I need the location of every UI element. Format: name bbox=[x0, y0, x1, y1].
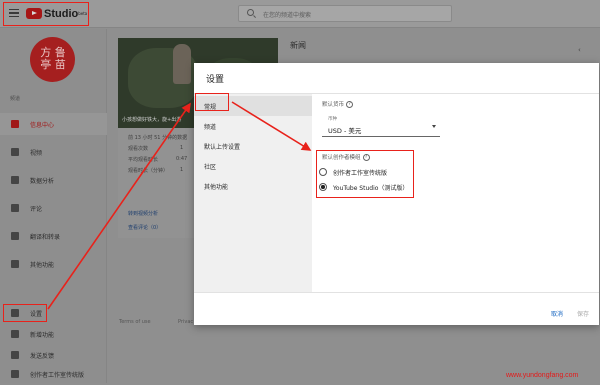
sidebar-item-dashboard[interactable]: 信息中心 bbox=[0, 113, 107, 135]
currency-value: USD - 美元 bbox=[328, 127, 362, 135]
help-icon[interactable]: ? bbox=[346, 100, 354, 108]
sidebar-item-label: 视频 bbox=[30, 149, 43, 157]
sidebar-item-classic-studio[interactable]: 创作者工作室传统版 bbox=[0, 363, 107, 385]
view-comments-link[interactable]: 查看评论（0） bbox=[128, 224, 161, 231]
terms-link[interactable]: Terms of use bbox=[119, 319, 151, 325]
sidebar-item-label: 新增功能 bbox=[30, 331, 55, 339]
dropdown-caret-icon bbox=[432, 125, 436, 128]
stat-label: 观看次数 bbox=[128, 146, 149, 152]
currency-section-label: 默认货币 ? bbox=[322, 100, 354, 108]
top-app-bar: Studio beta 在您的频道中搜索 bbox=[0, 0, 600, 28]
sidebar-item-whats-new[interactable]: 新增功能 bbox=[0, 323, 107, 345]
sidebar-item-label: 评论 bbox=[30, 205, 43, 213]
settings-nav: 常规 频道 默认上传设置 社区 其他功能 bbox=[194, 94, 312, 292]
stat-value: 0:47 bbox=[176, 156, 188, 162]
sidebar-item-translations[interactable]: 翻译和转录 bbox=[0, 225, 107, 247]
video-icon bbox=[11, 148, 19, 156]
sidebar: 方 鲁 亭 苗 频道 信息中心 视频 数据分析 评论 翻译和转录 其他功能 设置… bbox=[0, 29, 107, 383]
sidebar-item-label: 翻译和转录 bbox=[30, 233, 61, 241]
chevron-left-icon[interactable]: ‹ bbox=[578, 46, 581, 54]
stat-value: 1 bbox=[180, 145, 184, 151]
dialog-title: 设置 bbox=[206, 75, 225, 85]
sidebar-item-comments[interactable]: 评论 bbox=[0, 197, 107, 219]
highlight-general-tab bbox=[195, 93, 229, 111]
sidebar-item-label: 数据分析 bbox=[30, 177, 55, 185]
other-features-icon bbox=[11, 260, 19, 268]
settings-tab-channel[interactable]: 频道 bbox=[194, 116, 312, 136]
search-icon bbox=[247, 9, 254, 16]
comments-icon bbox=[11, 204, 19, 212]
video-caption: 小孩想做好铁大，旋+出游 bbox=[122, 117, 182, 123]
stat-value: 1 bbox=[180, 167, 184, 173]
watermark: www.yundongfang.com bbox=[506, 372, 579, 379]
currency-label-text: 默认货币 bbox=[322, 102, 345, 108]
sidebar-item-label: 信息中心 bbox=[30, 121, 55, 129]
sidebar-item-label: 其他功能 bbox=[30, 261, 55, 269]
stats-period: 前 13 小时 51 分钟的数据 bbox=[128, 135, 188, 141]
settings-tab-other[interactable]: 其他功能 bbox=[194, 176, 312, 196]
settings-tab-upload-defaults[interactable]: 默认上传设置 bbox=[194, 136, 312, 156]
sidebar-item-label: 创作者工作室传统版 bbox=[30, 371, 85, 379]
search-placeholder: 在您的频道中搜索 bbox=[263, 12, 312, 19]
highlight-settings bbox=[3, 304, 47, 322]
divider bbox=[194, 292, 599, 293]
stat-label: 平均观看时长 bbox=[128, 157, 159, 163]
stat-label: 观看时长（分钟） bbox=[128, 168, 169, 174]
currency-select[interactable]: 币种 USD - 美元 bbox=[322, 113, 440, 137]
cancel-button[interactable]: 取消 bbox=[551, 309, 563, 318]
sidebar-item-label: 发送反馈 bbox=[30, 352, 55, 360]
new-features-icon bbox=[11, 330, 19, 338]
highlight-logo bbox=[3, 2, 89, 26]
sidebar-item-videos[interactable]: 视频 bbox=[0, 141, 107, 163]
video-analytics-link[interactable]: 转到视频分析 bbox=[128, 210, 158, 217]
feedback-icon bbox=[11, 351, 19, 359]
sidebar-item-other-features[interactable]: 其他功能 bbox=[0, 253, 107, 275]
currency-caption: 币种 bbox=[328, 117, 337, 122]
privacy-link[interactable]: Privac bbox=[178, 319, 193, 325]
sidebar-item-analytics[interactable]: 数据分析 bbox=[0, 169, 107, 191]
channel-avatar[interactable]: 方 鲁 亭 苗 bbox=[30, 37, 75, 82]
news-heading: 新闻 bbox=[290, 41, 306, 50]
classic-studio-icon bbox=[11, 370, 19, 378]
analytics-icon bbox=[11, 176, 19, 184]
avatar-seal-text: 方 鲁 亭 苗 bbox=[40, 46, 66, 71]
search-input[interactable]: 在您的频道中搜索 bbox=[238, 5, 452, 22]
settings-tab-community[interactable]: 社区 bbox=[194, 156, 312, 176]
channel-label: 频道 bbox=[10, 96, 21, 102]
translate-icon bbox=[11, 232, 19, 240]
dashboard-icon bbox=[11, 120, 19, 128]
save-button[interactable]: 保存 bbox=[577, 309, 589, 318]
highlight-studio-options bbox=[316, 150, 414, 198]
